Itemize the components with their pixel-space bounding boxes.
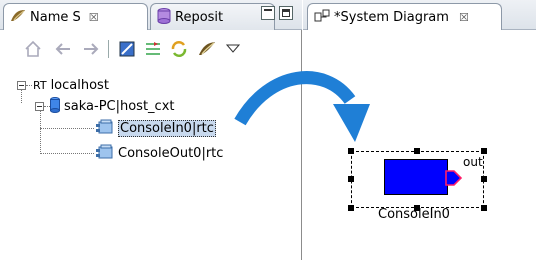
resize-handle[interactable] [348,205,354,211]
maximize-button[interactable] [279,6,293,20]
tree-host-row[interactable]: saka-PC|host_cxt [35,96,175,116]
tab-name-service[interactable]: Name S ☒ [3,3,148,30]
out-port-icon[interactable] [445,169,463,190]
repository-icon [157,7,171,27]
tree-connector [40,153,94,155]
out-port-label: out [463,155,483,169]
rt-component-block[interactable] [384,159,448,195]
tab-repository-label: Reposit [175,9,224,25]
tab-repository[interactable]: Reposit [150,3,275,30]
toolbar-separator [108,40,109,58]
tree-component-row[interactable]: ConsoleIn0|rtc [96,119,216,137]
tab-name-service-label: Name S [30,9,81,25]
tree-component-row[interactable]: ConsoleOut0|rtc [96,144,223,162]
collapse-all-icon[interactable] [116,38,138,60]
resize-handle[interactable] [481,205,487,211]
forward-arrow-icon[interactable] [80,38,102,60]
tree-connector [26,84,32,86]
refresh-icon[interactable] [168,38,190,60]
minimize-button[interactable] [261,6,275,20]
tree-component-label: ConsoleOut0|rtc [118,145,224,161]
root-prefix: RT [33,78,47,92]
tree-root-label: localhost [50,77,109,93]
view-menu-icon[interactable] [222,38,244,60]
filter-icon[interactable] [142,38,164,60]
name-service-icon[interactable] [196,38,218,60]
view-window-controls [261,6,293,22]
tree-connector [40,110,42,154]
rt-component-icon [96,119,114,138]
back-arrow-icon[interactable] [52,38,74,60]
right-view-tabbar: *System Diagram ☒ [303,0,536,30]
tab-system-diagram[interactable]: *System Diagram ☒ [307,3,502,30]
left-view-tabbar: Name S ☒ Reposit [0,0,302,30]
component-name-label: ConsoleIn0 [378,207,450,222]
resize-handle[interactable] [481,148,487,154]
resize-handle[interactable] [414,148,420,154]
resize-handle[interactable] [348,176,354,182]
rt-component-icon [96,144,114,163]
tree-component-label-selected: ConsoleIn0|rtc [118,119,216,137]
tree-root-row[interactable]: RT localhost [17,76,109,94]
resize-handle[interactable] [481,176,487,182]
tree-connector [40,128,94,130]
system-diagram-icon [314,9,330,26]
tree-host-label: saka-PC|host_cxt [64,98,175,114]
name-service-icon [10,9,26,26]
drag-drop-arrow-icon [234,71,370,142]
tree-connector [21,89,23,103]
host-context-icon [50,96,60,116]
home-icon[interactable] [22,38,44,60]
close-icon[interactable]: ☒ [459,11,469,24]
close-icon[interactable]: ☒ [89,11,99,24]
tab-system-diagram-label: *System Diagram [334,9,449,25]
